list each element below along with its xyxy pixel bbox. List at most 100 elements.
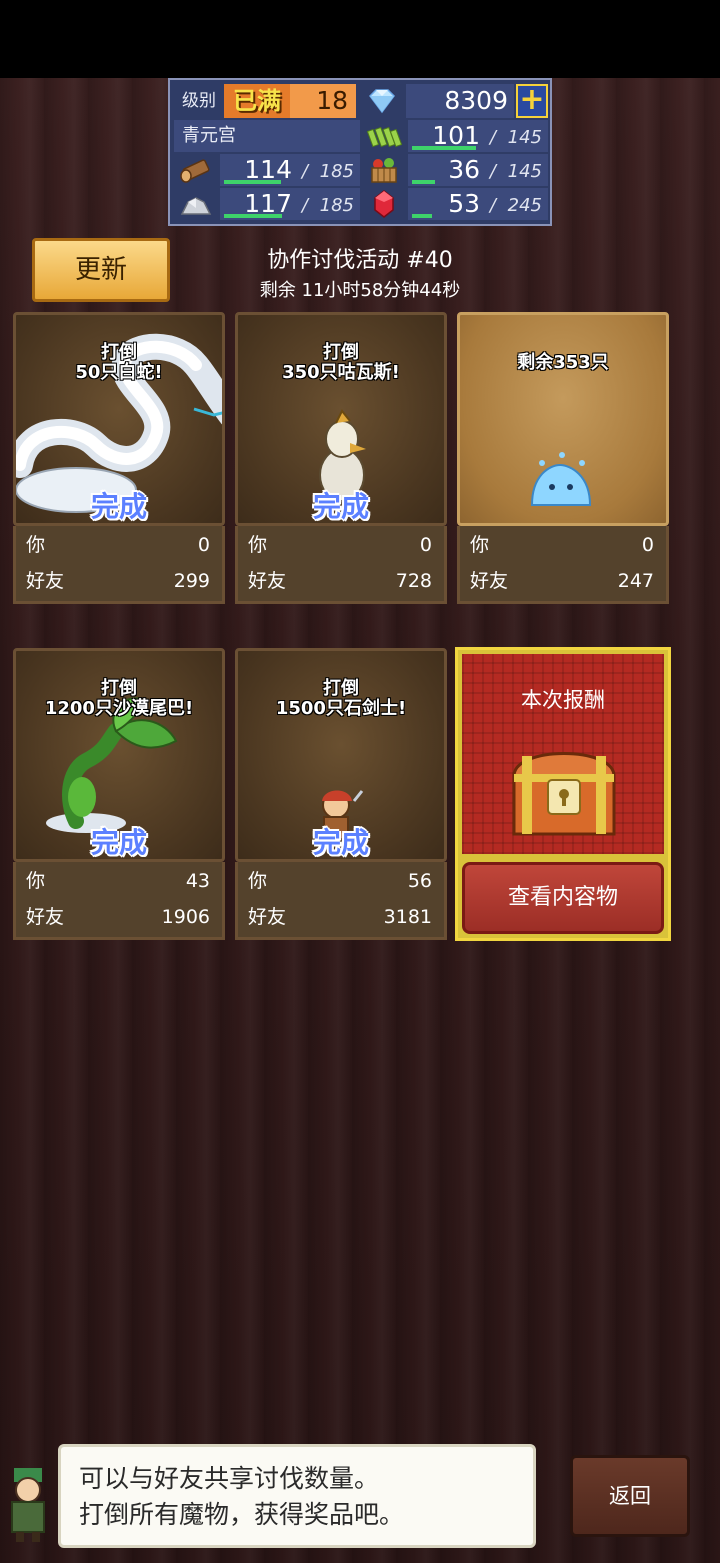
friend-row: 好友 3181: [248, 902, 432, 932]
separator: /: [301, 161, 308, 182]
hint-line1: 可以与好友共享讨伐数量。: [79, 1464, 380, 1493]
level-value: 18: [290, 84, 356, 118]
reward-card: 本次报酬 查看内容物: [455, 647, 671, 941]
friend-row: 好友 299: [26, 566, 210, 596]
ruby-resource: 53 / 245: [408, 188, 548, 220]
done-label: 完成: [90, 826, 147, 859]
quest-text: 打倒 350只咕瓦斯!: [238, 343, 444, 383]
food-resource: 36 / 145: [408, 154, 548, 186]
quest-card-desert-tail[interactable]: 打倒 1200只沙漠尾巴! 完成 你 43 好友 1906: [13, 648, 225, 940]
ruby-bar: [412, 214, 432, 218]
add-gems-button[interactable]: +: [516, 84, 548, 118]
you-count: 0: [197, 534, 210, 556]
quest-card-slime[interactable]: 剩余353只 你0 好友 247: [457, 312, 669, 604]
you-row: 你 56: [248, 866, 432, 896]
diamond-icon: [360, 84, 404, 118]
friend-count: 299: [173, 570, 210, 592]
update-button[interactable]: 更新: [32, 238, 170, 302]
friend-label: 好友: [26, 570, 65, 592]
quest-line1: 打倒: [101, 678, 137, 699]
event-title: 协作讨伐活动 #40: [267, 248, 453, 273]
level-max-badge: 已满: [224, 84, 290, 118]
quest-line2: 50只白蛇!: [75, 362, 163, 383]
food-current: 36: [448, 155, 480, 184]
hint-line2: 打倒所有魔物，获得奖品吧。: [79, 1500, 405, 1529]
you-row: 你 43: [26, 866, 210, 896]
you-row: 你0: [470, 530, 654, 560]
food-basket-icon: [362, 154, 406, 186]
grass-resource: 101 / 145: [408, 120, 548, 152]
quest-card-image: 打倒 350只咕瓦斯! 完成: [235, 312, 447, 526]
separator: /: [301, 195, 308, 216]
wood-bar: [224, 180, 281, 184]
food-bar: [412, 180, 435, 184]
separator: /: [489, 161, 496, 182]
quest-card-stone-swordsman[interactable]: 打倒 1500只石剑士! 完成 你 56 好友 3181: [235, 648, 447, 940]
you-count: 0: [419, 534, 432, 556]
friend-row: 好友 1906: [26, 902, 210, 932]
you-row: 你0: [248, 530, 432, 560]
friend-label: 好友: [248, 570, 287, 592]
ore-icon: [174, 188, 218, 220]
level-label: 级别: [182, 91, 216, 111]
you-row: 你0: [26, 530, 210, 560]
reward-panel: 本次报酬: [462, 654, 664, 854]
treasure-chest-icon: [512, 752, 616, 836]
quest-line1: 打倒: [323, 678, 359, 699]
done-label: 完成: [312, 826, 369, 859]
grass-max: 145: [507, 127, 542, 148]
friend-row: 好友 247: [470, 566, 654, 596]
quest-text: 打倒 1500只石剑士!: [238, 679, 444, 719]
status-panel: 级别 已满 18 8309 + 青元宫 101 / 145 114 / 185 …: [168, 78, 552, 226]
top-black-bar: [0, 0, 720, 78]
you-label: 你: [26, 534, 46, 556]
grass-icon: [362, 120, 406, 152]
quest-stats: 你0 好友 299: [13, 526, 225, 604]
friend-label: 好友: [470, 570, 509, 592]
quest-card-bird[interactable]: 打倒 350只咕瓦斯! 完成 你0 好友 728: [235, 312, 447, 604]
quest-stats: 你 43 好友 1906: [13, 862, 225, 940]
you-label: 你: [26, 870, 46, 892]
quest-stats: 你0 好友 728: [235, 526, 447, 604]
you-count: 43: [185, 870, 210, 892]
you-count: 0: [641, 534, 654, 556]
wood-log-icon: [174, 154, 218, 186]
ruby-icon: [362, 188, 406, 220]
separator: /: [489, 127, 496, 148]
friend-count: 3181: [383, 906, 432, 928]
ruby-current: 53: [448, 189, 480, 218]
ore-max: 185: [319, 195, 354, 216]
quest-line2: 1200只沙漠尾巴!: [44, 698, 194, 719]
remaining-count: 剩余353只: [517, 352, 609, 373]
ore-bar: [224, 214, 282, 218]
food-max: 145: [507, 161, 542, 182]
slime-icon: [530, 452, 592, 506]
quest-card-white-snake[interactable]: 打倒 50只白蛇! 完成 你0 好友 299: [13, 312, 225, 604]
gem-count: 8309: [406, 84, 514, 118]
hint-dialog: 可以与好友共享讨伐数量。 打倒所有魔物，获得奖品吧。: [58, 1444, 536, 1548]
ore-resource: 117 / 185: [220, 188, 360, 220]
you-label: 你: [248, 534, 268, 556]
friend-label: 好友: [248, 906, 287, 928]
done-label: 完成: [90, 490, 147, 523]
back-button[interactable]: 返回: [570, 1455, 690, 1537]
you-count: 56: [407, 870, 432, 892]
reward-title: 本次报酬: [521, 688, 605, 712]
friend-label: 好友: [26, 906, 65, 928]
friend-row: 好友 728: [248, 566, 432, 596]
you-label: 你: [470, 534, 490, 556]
quest-text: 打倒 50只白蛇!: [16, 343, 222, 383]
quest-line1: 打倒: [323, 342, 359, 363]
quest-card-image: 剩余353只: [457, 312, 669, 526]
npc-avatar: [11, 1468, 45, 1542]
ruby-max: 245: [507, 195, 542, 216]
you-label: 你: [248, 870, 268, 892]
view-contents-button[interactable]: 查看内容物: [462, 862, 664, 934]
wood-resource: 114 / 185: [220, 154, 360, 186]
quest-stats: 你0 好友 247: [457, 526, 669, 604]
done-label: 完成: [312, 490, 369, 523]
town-name: 青元宫: [174, 120, 360, 152]
event-timer: 剩余 11小时58分钟44秒: [259, 280, 461, 301]
wood-max: 185: [319, 161, 354, 182]
quest-card-image: 打倒 1500只石剑士! 完成: [235, 648, 447, 862]
